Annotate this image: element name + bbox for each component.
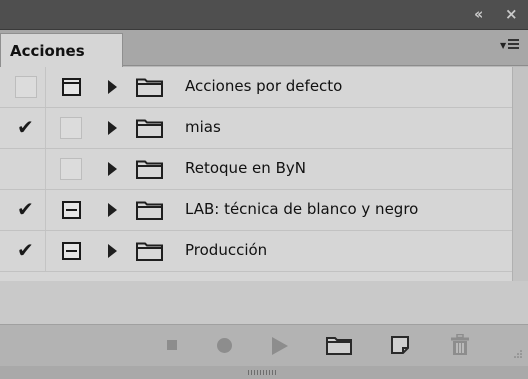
toggle-dialog-checkbox[interactable] bbox=[60, 158, 82, 180]
expand-triangle-icon[interactable] bbox=[108, 162, 117, 176]
action-set-row[interactable]: ✔ mias bbox=[0, 108, 512, 149]
action-set-row[interactable]: Acciones por defecto bbox=[0, 67, 512, 108]
resize-grip-icon[interactable] bbox=[512, 350, 522, 360]
expand-triangle-icon[interactable] bbox=[108, 244, 117, 258]
expand-triangle-icon[interactable] bbox=[108, 203, 117, 217]
scrollbar[interactable] bbox=[512, 67, 528, 281]
toggle-dialog-checkbox[interactable] bbox=[60, 117, 82, 139]
collapse-panel-icon[interactable]: ‹‹ bbox=[474, 5, 484, 23]
folder-icon bbox=[136, 160, 163, 179]
folder-icon bbox=[136, 201, 163, 220]
toggle-column bbox=[0, 149, 46, 189]
folder-icon bbox=[136, 119, 163, 138]
panel-resize-handle[interactable] bbox=[0, 366, 528, 379]
actions-list: Acciones por defecto ✔ mias Retoque en ByN ✔… bbox=[0, 67, 512, 281]
close-icon[interactable]: × bbox=[505, 5, 518, 23]
toggle-dialog-icon[interactable] bbox=[62, 242, 81, 260]
action-set-name: mias bbox=[185, 118, 221, 136]
expand-triangle-icon[interactable] bbox=[108, 80, 117, 94]
toggle-item-check[interactable]: ✔ bbox=[17, 116, 34, 138]
list-empty-area bbox=[0, 281, 528, 324]
play-icon[interactable] bbox=[272, 337, 288, 355]
action-set-name: Producción bbox=[185, 241, 268, 259]
action-set-name: Retoque en ByN bbox=[185, 159, 306, 177]
new-action-icon[interactable] bbox=[391, 336, 409, 354]
toggle-item-checkbox[interactable] bbox=[15, 76, 37, 98]
action-set-name: Acciones por defecto bbox=[185, 77, 343, 95]
new-set-icon[interactable] bbox=[326, 336, 352, 355]
panel-titlebar: ‹‹ × bbox=[0, 0, 528, 30]
tab-acciones[interactable]: Acciones bbox=[0, 33, 123, 67]
expand-triangle-icon[interactable] bbox=[108, 121, 117, 135]
toggle-dialog-icon[interactable] bbox=[62, 78, 81, 96]
action-set-row[interactable]: ✔ Producción bbox=[0, 231, 512, 272]
panel-menu-icon[interactable]: ▼ bbox=[500, 39, 520, 53]
action-set-row[interactable]: Retoque en ByN bbox=[0, 149, 512, 190]
panel-tabbar: Acciones ▼ bbox=[0, 30, 528, 67]
action-set-row[interactable]: ✔ LAB: técnica de blanco y negro bbox=[0, 190, 512, 231]
folder-icon bbox=[136, 78, 163, 97]
action-set-name: LAB: técnica de blanco y negro bbox=[185, 200, 419, 218]
actions-toolbar bbox=[0, 324, 528, 366]
toggle-dialog-icon[interactable] bbox=[62, 201, 81, 219]
stop-icon[interactable] bbox=[167, 340, 177, 350]
record-icon[interactable] bbox=[217, 338, 232, 353]
trash-icon[interactable] bbox=[451, 334, 469, 356]
toggle-item-check[interactable]: ✔ bbox=[17, 239, 34, 261]
folder-icon bbox=[136, 242, 163, 261]
toggle-item-check[interactable]: ✔ bbox=[17, 198, 34, 220]
